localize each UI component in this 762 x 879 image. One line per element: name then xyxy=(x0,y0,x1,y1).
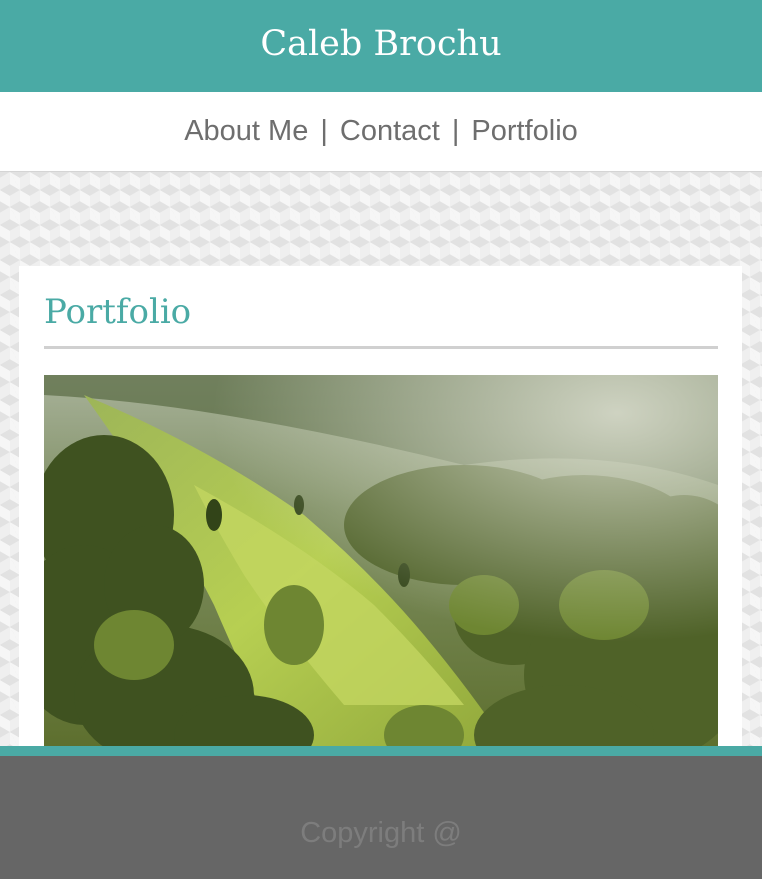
nav-link-portfolio[interactable]: Portfolio xyxy=(471,115,577,148)
landscape-image xyxy=(44,375,718,756)
site-header: Caleb Brochu xyxy=(0,0,762,92)
copyright-text: Copyright @ xyxy=(300,817,462,849)
site-footer: Copyright @ xyxy=(0,756,762,879)
portfolio-image[interactable] xyxy=(44,375,718,756)
nav-separator: | xyxy=(320,115,328,147)
nav-separator: | xyxy=(451,115,460,147)
nav-link-about-me[interactable]: About Me xyxy=(184,115,308,148)
portfolio-card: Portfolio xyxy=(19,266,742,756)
site-title: Caleb Brochu xyxy=(260,24,502,64)
main-nav: About Me | Contact | Portfolio xyxy=(0,92,762,172)
section-title: Portfolio xyxy=(44,292,192,332)
footer-accent-bar xyxy=(0,746,762,756)
title-divider xyxy=(44,346,718,349)
nav-link-contact[interactable]: Contact xyxy=(340,115,440,148)
